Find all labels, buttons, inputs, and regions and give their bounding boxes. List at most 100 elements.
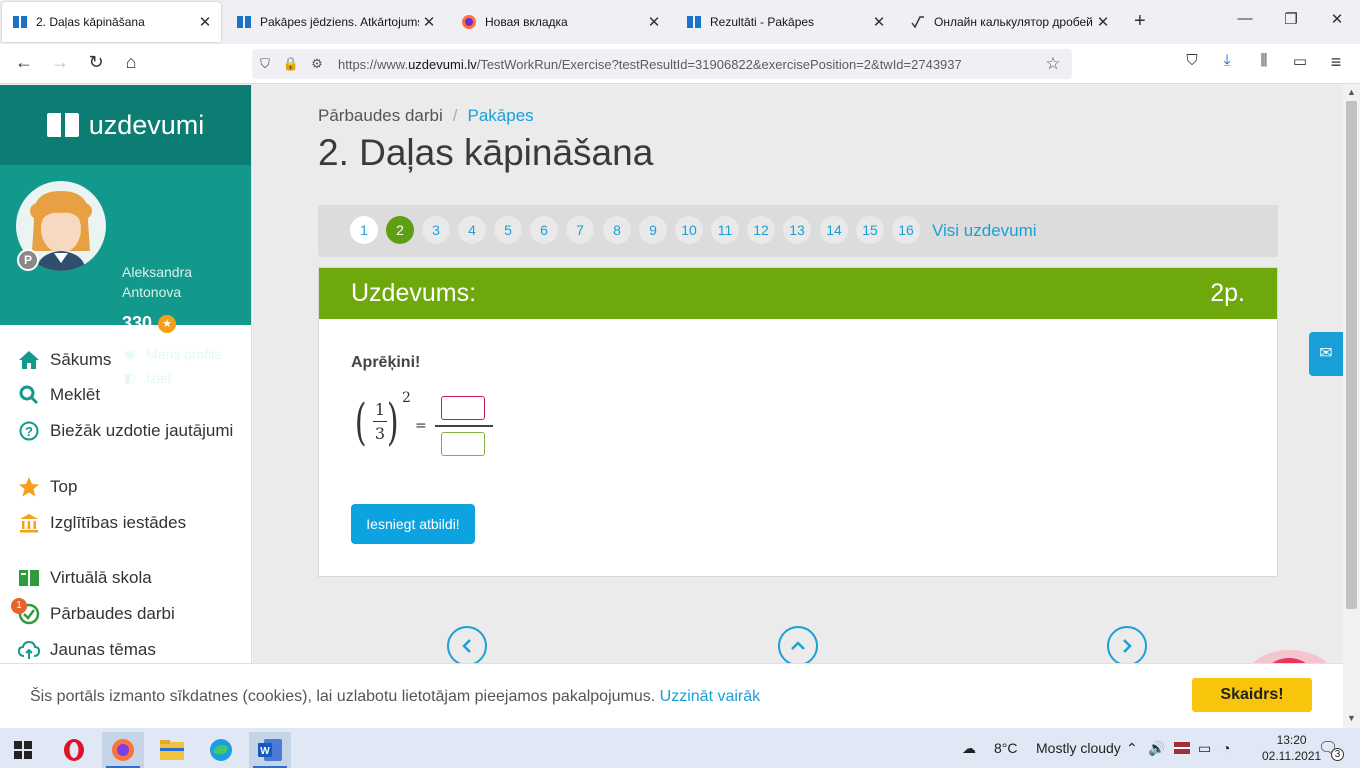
weather-text[interactable]: Mostly cloudy xyxy=(1036,740,1121,756)
menu-hamburger-icon[interactable]: ≡ xyxy=(1324,52,1348,73)
pager-item[interactable]: 1 xyxy=(350,216,378,244)
pager-item[interactable]: 15 xyxy=(856,216,884,244)
file-explorer-icon[interactable] xyxy=(151,732,193,768)
close-tab-icon[interactable]: ✕ xyxy=(869,13,889,31)
tab-title: Онлайн калькулятор дробей. I xyxy=(934,15,1093,29)
tab[interactable]: Новая вкладка ✕ xyxy=(451,2,670,42)
volume-icon[interactable]: 🔊 xyxy=(1148,740,1165,757)
pager-item[interactable]: 7 xyxy=(566,216,594,244)
taskbar-clock[interactable]: 13:20 02.11.2021 xyxy=(1262,732,1321,764)
windows-start-icon[interactable] xyxy=(2,732,44,768)
bookmark-star-icon[interactable]: ☆ xyxy=(1040,54,1066,74)
menu-item-top[interactable]: Top xyxy=(18,476,77,498)
pager-item[interactable]: 5 xyxy=(494,216,522,244)
scroll-up-arrow-icon[interactable]: ▲ xyxy=(1343,87,1360,97)
minimize-icon[interactable]: — xyxy=(1230,10,1260,27)
firefox-taskbar-icon[interactable] xyxy=(102,732,144,768)
answer-fraction-bar xyxy=(435,425,493,427)
svg-text:?: ? xyxy=(25,424,33,439)
url-text: https://www.uzdevumi.lv/TestWorkRun/Exer… xyxy=(338,56,962,72)
uzdevumi-book-icon xyxy=(12,14,28,30)
lock-icon[interactable]: 🔒 xyxy=(278,56,304,72)
close-tab-icon[interactable]: ✕ xyxy=(1093,13,1113,31)
scroll-top-button[interactable] xyxy=(778,626,818,663)
pager-item[interactable]: 11 xyxy=(711,216,739,244)
permissions-icon[interactable]: ⚙ xyxy=(304,56,330,72)
chat-bubble[interactable] xyxy=(1245,650,1335,663)
tab[interactable]: Pakāpes jēdziens. Atkārtojums - ✕ xyxy=(226,2,445,42)
forward-arrow-icon[interactable]: → xyxy=(48,52,72,73)
opera-icon[interactable] xyxy=(53,732,95,768)
menu-item-institutions[interactable]: Izglītības iestādes xyxy=(18,512,186,534)
pager-item[interactable]: 8 xyxy=(603,216,631,244)
close-tab-icon[interactable]: ✕ xyxy=(195,13,215,31)
pocket-icon[interactable]: ⛉ xyxy=(1180,52,1204,69)
cookie-accept-button[interactable]: Skaidrs! xyxy=(1192,678,1312,712)
home-icon[interactable]: ⌂ xyxy=(119,52,143,73)
tab-active[interactable]: 2. Daļas kāpināšana ✕ xyxy=(2,2,221,42)
answer-denominator-input[interactable] xyxy=(441,432,485,456)
word-icon[interactable]: W xyxy=(249,732,291,768)
page-scrollbar[interactable]: ▲ ▼ xyxy=(1343,85,1360,728)
reload-icon[interactable]: ↻ xyxy=(84,52,108,73)
menu-item-virtual-school[interactable]: Virtuālā skola xyxy=(18,567,152,589)
uzdevumi-book-icon xyxy=(686,14,702,30)
menu-item-tests[interactable]: Pārbaudes darbi xyxy=(18,603,175,625)
edge-icon[interactable] xyxy=(200,732,242,768)
logout-link[interactable]: ◧ Iziet xyxy=(122,370,172,386)
latvian-flag-icon[interactable] xyxy=(1174,741,1190,757)
scrollbar-thumb[interactable] xyxy=(1346,101,1357,609)
windows-taskbar: W ☁ 8°C Mostly cloudy ⌃ 🔊 ▭ ◔ 13:20 02.11… xyxy=(0,728,1360,768)
menu-item-search[interactable]: Meklēt xyxy=(18,384,100,406)
pager-item-current[interactable]: 2 xyxy=(386,216,414,244)
next-task-button[interactable] xyxy=(1107,626,1147,663)
previous-task-button[interactable] xyxy=(447,626,487,663)
battery-icon[interactable]: ▭ xyxy=(1198,740,1211,757)
new-tab-plus-icon[interactable]: + xyxy=(1134,10,1146,33)
pager-item[interactable]: 4 xyxy=(458,216,486,244)
pager-item[interactable]: 3 xyxy=(422,216,450,244)
shield-icon[interactable]: ⛉ xyxy=(252,56,278,72)
cookie-learn-more-link[interactable]: Uzzināt vairāk xyxy=(660,688,760,705)
sidebar-toggle-icon[interactable]: ▭ xyxy=(1288,52,1312,70)
breadcrumb-current[interactable]: Pakāpes xyxy=(468,106,534,125)
menu-item-faq[interactable]: ? Biežāk uzdotie jautājumi xyxy=(18,420,233,442)
tab-title: Новая вкладка xyxy=(485,15,568,29)
tray-chevron-up-icon[interactable]: ⌃ xyxy=(1126,740,1138,757)
library-icon[interactable]: ⫼ xyxy=(1252,52,1276,69)
wifi-icon[interactable]: ◔ xyxy=(1222,740,1230,756)
question-icon: ? xyxy=(18,420,40,442)
site-logo[interactable]: uzdevumi xyxy=(0,85,251,165)
pager-item[interactable]: 10 xyxy=(675,216,703,244)
scroll-down-arrow-icon[interactable]: ▼ xyxy=(1343,713,1360,723)
breadcrumb-root[interactable]: Pārbaudes darbi xyxy=(318,106,443,125)
close-tab-icon[interactable]: ✕ xyxy=(419,13,439,31)
weather-cloud-icon[interactable]: ☁ xyxy=(962,740,976,757)
cloud-icon xyxy=(18,639,40,661)
pager-item[interactable]: 16 xyxy=(892,216,920,244)
menu-item-home[interactable]: Sākums xyxy=(18,349,111,371)
pager-item[interactable]: 13 xyxy=(783,216,811,244)
back-arrow-icon[interactable]: ← xyxy=(12,52,36,73)
submit-answer-button[interactable]: Iesniegt atbildi! xyxy=(351,504,475,544)
chevron-left-icon xyxy=(462,639,471,653)
pager-item[interactable]: 6 xyxy=(530,216,558,244)
pager-item[interactable]: 9 xyxy=(639,216,667,244)
download-icon[interactable]: ⤓ xyxy=(1215,52,1239,70)
calculator-icon xyxy=(910,14,926,30)
pager-item[interactable]: 12 xyxy=(747,216,775,244)
address-bar[interactable]: ⛉ 🔒 ⚙ https://www.uzdevumi.lv/TestWorkRu… xyxy=(252,49,1072,79)
menu-item-new-topics[interactable]: Jaunas tēmas xyxy=(18,639,156,661)
close-tab-icon[interactable]: ✕ xyxy=(644,13,664,31)
feedback-mail-icon[interactable]: ✉ xyxy=(1309,332,1343,376)
all-tasks-link[interactable]: Visi uzdevumi xyxy=(932,221,1037,241)
weather-temp[interactable]: 8°C xyxy=(994,740,1018,756)
my-profile-link[interactable]: ◉ Mans profils xyxy=(122,346,221,362)
browser-tab-bar: 2. Daļas kāpināšana ✕ Pakāpes jēdziens. … xyxy=(0,0,1360,44)
close-window-icon[interactable]: ✕ xyxy=(1322,10,1352,28)
answer-numerator-input[interactable] xyxy=(441,396,485,420)
tab[interactable]: Онлайн калькулятор дробей. I ✕ xyxy=(900,2,1119,42)
pager-item[interactable]: 14 xyxy=(820,216,848,244)
restore-icon[interactable]: ❐ xyxy=(1276,10,1306,28)
tab[interactable]: Rezultāti - Pakāpes ✕ xyxy=(676,2,895,42)
